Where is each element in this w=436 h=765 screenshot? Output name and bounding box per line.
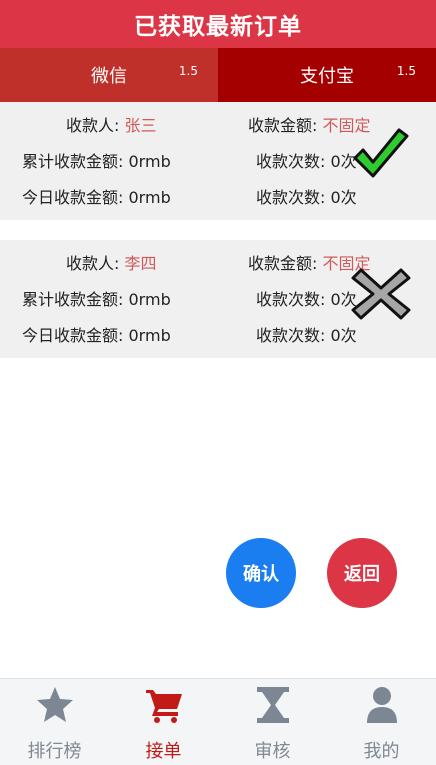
payee-name: 张三 [124, 116, 157, 135]
cross-icon[interactable] [351, 266, 411, 322]
today-label: 今日收款金额: [22, 326, 124, 345]
today-value: 0rmb [128, 326, 171, 345]
nav-item-ranking[interactable]: 排行榜 [0, 679, 109, 765]
count-value: 0次 [330, 188, 357, 207]
order-card[interactable]: 收款人: 张三 收款金额: 不固定 累计收款金额: 0rmb 收款次数: 0次 … [0, 102, 436, 220]
tab-alipay[interactable]: 支付宝 1.5 [218, 48, 436, 102]
nav-label: 排行榜 [27, 741, 82, 762]
hourglass-icon [256, 687, 289, 723]
payee-label: 收款人: [66, 254, 120, 273]
tab-badge: 1.5 [178, 64, 198, 78]
total-label: 累计收款金额: [22, 290, 124, 309]
page-title: 已获取最新订单 [134, 14, 302, 40]
nav-item-profile[interactable]: 我的 [327, 679, 436, 765]
nav-item-orders[interactable]: 接单 [109, 679, 218, 765]
back-button[interactable]: 返回 [327, 538, 397, 608]
order-row-today: 今日收款金额: 0rmb 收款次数: 0次 [0, 180, 436, 216]
star-icon [36, 687, 73, 722]
payee-label: 收款人: [66, 116, 120, 135]
confirm-button[interactable]: 确认 [226, 538, 296, 608]
back-label: 返回 [344, 564, 380, 585]
bottom-nav: 排行榜 接单 审核 我的 [0, 678, 436, 765]
count-label: 收款次数: [256, 152, 326, 171]
count-label: 收款次数: [256, 326, 326, 345]
payee-name: 李四 [124, 254, 157, 273]
count-label: 收款次数: [256, 290, 326, 309]
order-card[interactable]: 收款人: 李四 收款金额: 不固定 累计收款金额: 0rmb 收款次数: 0次 … [0, 240, 436, 358]
total-value: 0rmb [128, 290, 171, 309]
today-label: 今日收款金额: [22, 188, 124, 207]
tab-label: 微信 [91, 66, 127, 87]
nav-label: 接单 [145, 741, 182, 762]
user-icon [366, 687, 397, 723]
tab-badge: 1.5 [396, 64, 416, 78]
count-value: 0次 [330, 326, 357, 345]
nav-label: 我的 [363, 741, 400, 762]
nav-item-review[interactable]: 审核 [218, 679, 327, 765]
nav-label: 审核 [254, 741, 291, 762]
amount-label: 收款金额: [248, 116, 318, 135]
cart-icon [145, 690, 182, 723]
order-row-today: 今日收款金额: 0rmb 收款次数: 0次 [0, 318, 436, 354]
confirm-label: 确认 [243, 564, 279, 585]
check-icon[interactable] [351, 128, 411, 184]
tab-label: 支付宝 [300, 66, 354, 87]
total-label: 累计收款金额: [22, 152, 124, 171]
count-label: 收款次数: [256, 188, 326, 207]
total-value: 0rmb [128, 152, 171, 171]
today-value: 0rmb [128, 188, 171, 207]
payment-tabs: 微信 1.5 支付宝 1.5 [0, 48, 436, 102]
page-header: 已获取最新订单 [0, 0, 436, 48]
tab-wechat[interactable]: 微信 1.5 [0, 48, 218, 102]
amount-label: 收款金额: [248, 254, 318, 273]
